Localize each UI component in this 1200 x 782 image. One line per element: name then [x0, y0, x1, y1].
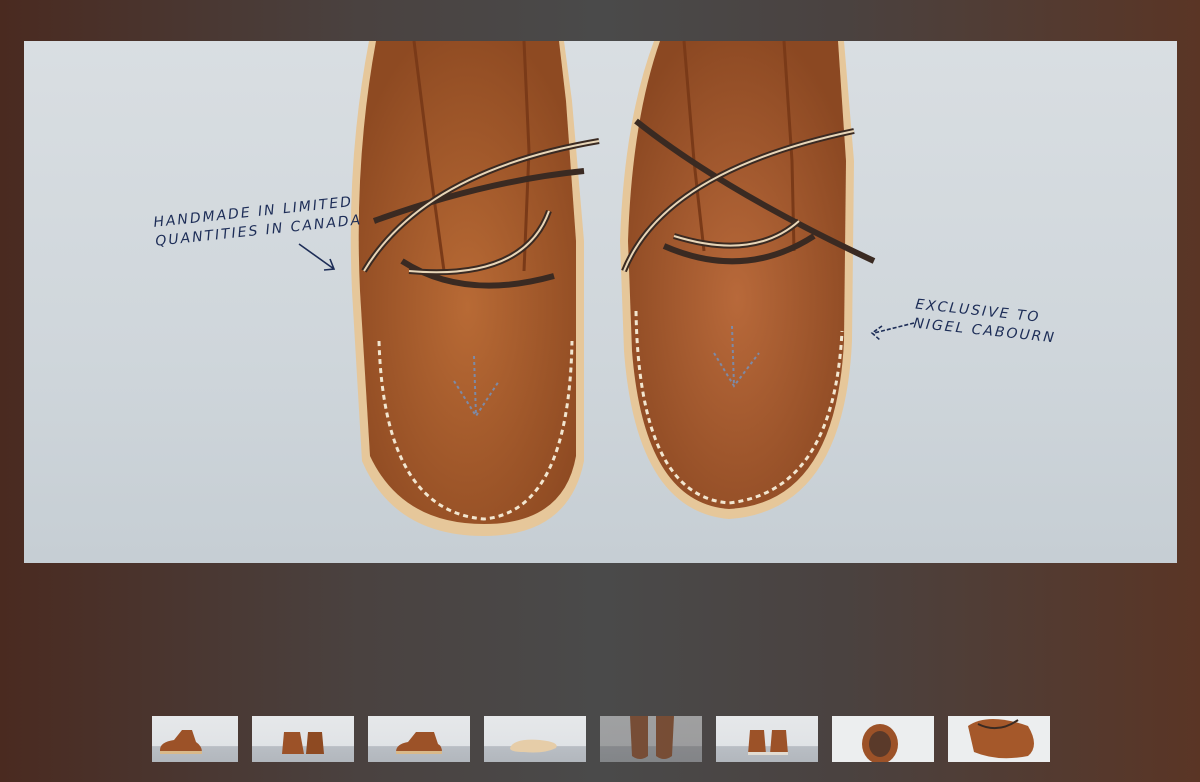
main-boots-image: [298, 41, 915, 536]
boot-front-pair-icon: [748, 730, 788, 755]
thumb-side-pair[interactable]: [368, 716, 470, 762]
left-boot: [350, 41, 600, 536]
arrow-left-icon: [298, 243, 336, 271]
boot-pair-rear-icon: [282, 732, 324, 754]
arrow-right-icon: [870, 322, 915, 341]
right-boot: [620, 41, 876, 519]
boot-sole-icon: [510, 739, 557, 753]
thumb-side-view[interactable]: [152, 716, 238, 762]
boot-top-pair-icon: [630, 716, 674, 759]
thumb-rear-pair[interactable]: [252, 716, 354, 762]
thumb-sole[interactable]: [484, 716, 586, 762]
boot-side-icon: [160, 730, 202, 754]
thumb-top-pair[interactable]: [600, 716, 702, 762]
thumb-front-pair[interactable]: [716, 716, 818, 762]
thumb-closeup[interactable]: [948, 716, 1050, 762]
main-image-viewer[interactable]: HANDMADE IN LIMITED QUANTITIES IN CANADA…: [24, 41, 1177, 563]
thumbnail-strip: [152, 716, 1064, 762]
thumb-insole[interactable]: [832, 716, 934, 762]
boot-side-pair-icon: [396, 732, 442, 754]
boot-insole-icon: [862, 724, 898, 762]
boot-closeup-icon: [968, 719, 1034, 759]
